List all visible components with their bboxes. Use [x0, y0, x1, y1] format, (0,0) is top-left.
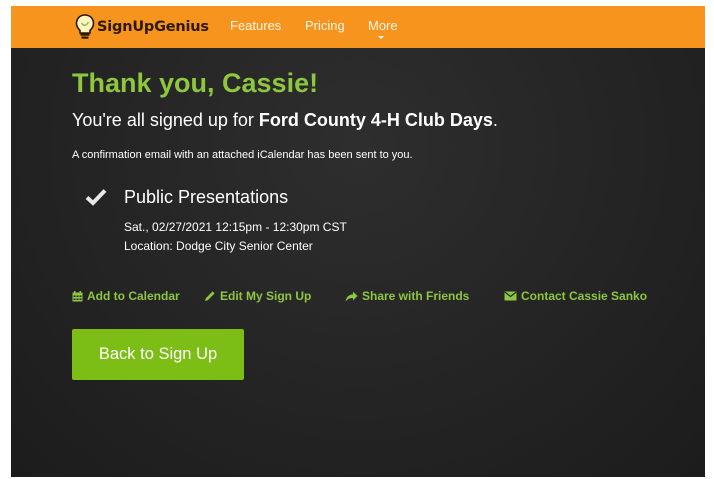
slot-datetime: Sat., 02/27/2021 12:15pm - 12:30pm CST: [124, 220, 347, 234]
event-name: Ford County 4-H Club Days: [258, 110, 493, 130]
pencil-icon: [205, 291, 215, 301]
back-to-signup-button[interactable]: Back to Sign Up: [72, 329, 244, 380]
edit-my-signup-link[interactable]: Edit My Sign Up: [204, 289, 311, 303]
summary-prefix: You're all signed up for: [72, 110, 259, 130]
page-frame: SignUpGenius Features Pricing More Thank…: [11, 6, 705, 477]
top-navbar: SignUpGenius Features Pricing More: [11, 6, 705, 48]
nav-pricing-link[interactable]: Pricing: [305, 18, 345, 33]
contact-organizer-link[interactable]: Contact Cassie Sanko: [504, 289, 647, 303]
share-arrow-icon: [345, 291, 358, 301]
add-to-calendar-label: Add to Calendar: [87, 289, 180, 303]
lightbulb-icon: [75, 14, 95, 39]
signupgenius-logo[interactable]: SignUpGenius: [75, 11, 209, 43]
signup-summary: You're all signed up for Ford County 4-H…: [72, 110, 498, 131]
logo-text: SignUpGenius: [97, 19, 209, 35]
share-with-friends-label: Share with Friends: [362, 289, 470, 303]
email-confirmation-note: A confirmation email with an attached iC…: [72, 149, 413, 161]
thank-you-heading: Thank you, Cassie!: [72, 68, 319, 98]
calendar-icon: [72, 290, 83, 301]
add-to-calendar-link[interactable]: Add to Calendar: [72, 289, 180, 303]
nav-features-link[interactable]: Features: [230, 18, 281, 33]
checkmark-icon: [85, 189, 107, 206]
envelope-icon: [504, 291, 517, 301]
slot-name: Public Presentations: [124, 187, 289, 207]
contact-organizer-label: Contact Cassie Sanko: [521, 289, 648, 303]
share-with-friends-link[interactable]: Share with Friends: [345, 289, 469, 303]
edit-my-signup-label: Edit My Sign Up: [220, 289, 312, 303]
slot-location: Location: Dodge City Senior Center: [124, 239, 313, 253]
summary-suffix: .: [492, 110, 498, 130]
nav-more-menu[interactable]: More: [368, 18, 398, 33]
caret-down-icon: [378, 36, 384, 39]
